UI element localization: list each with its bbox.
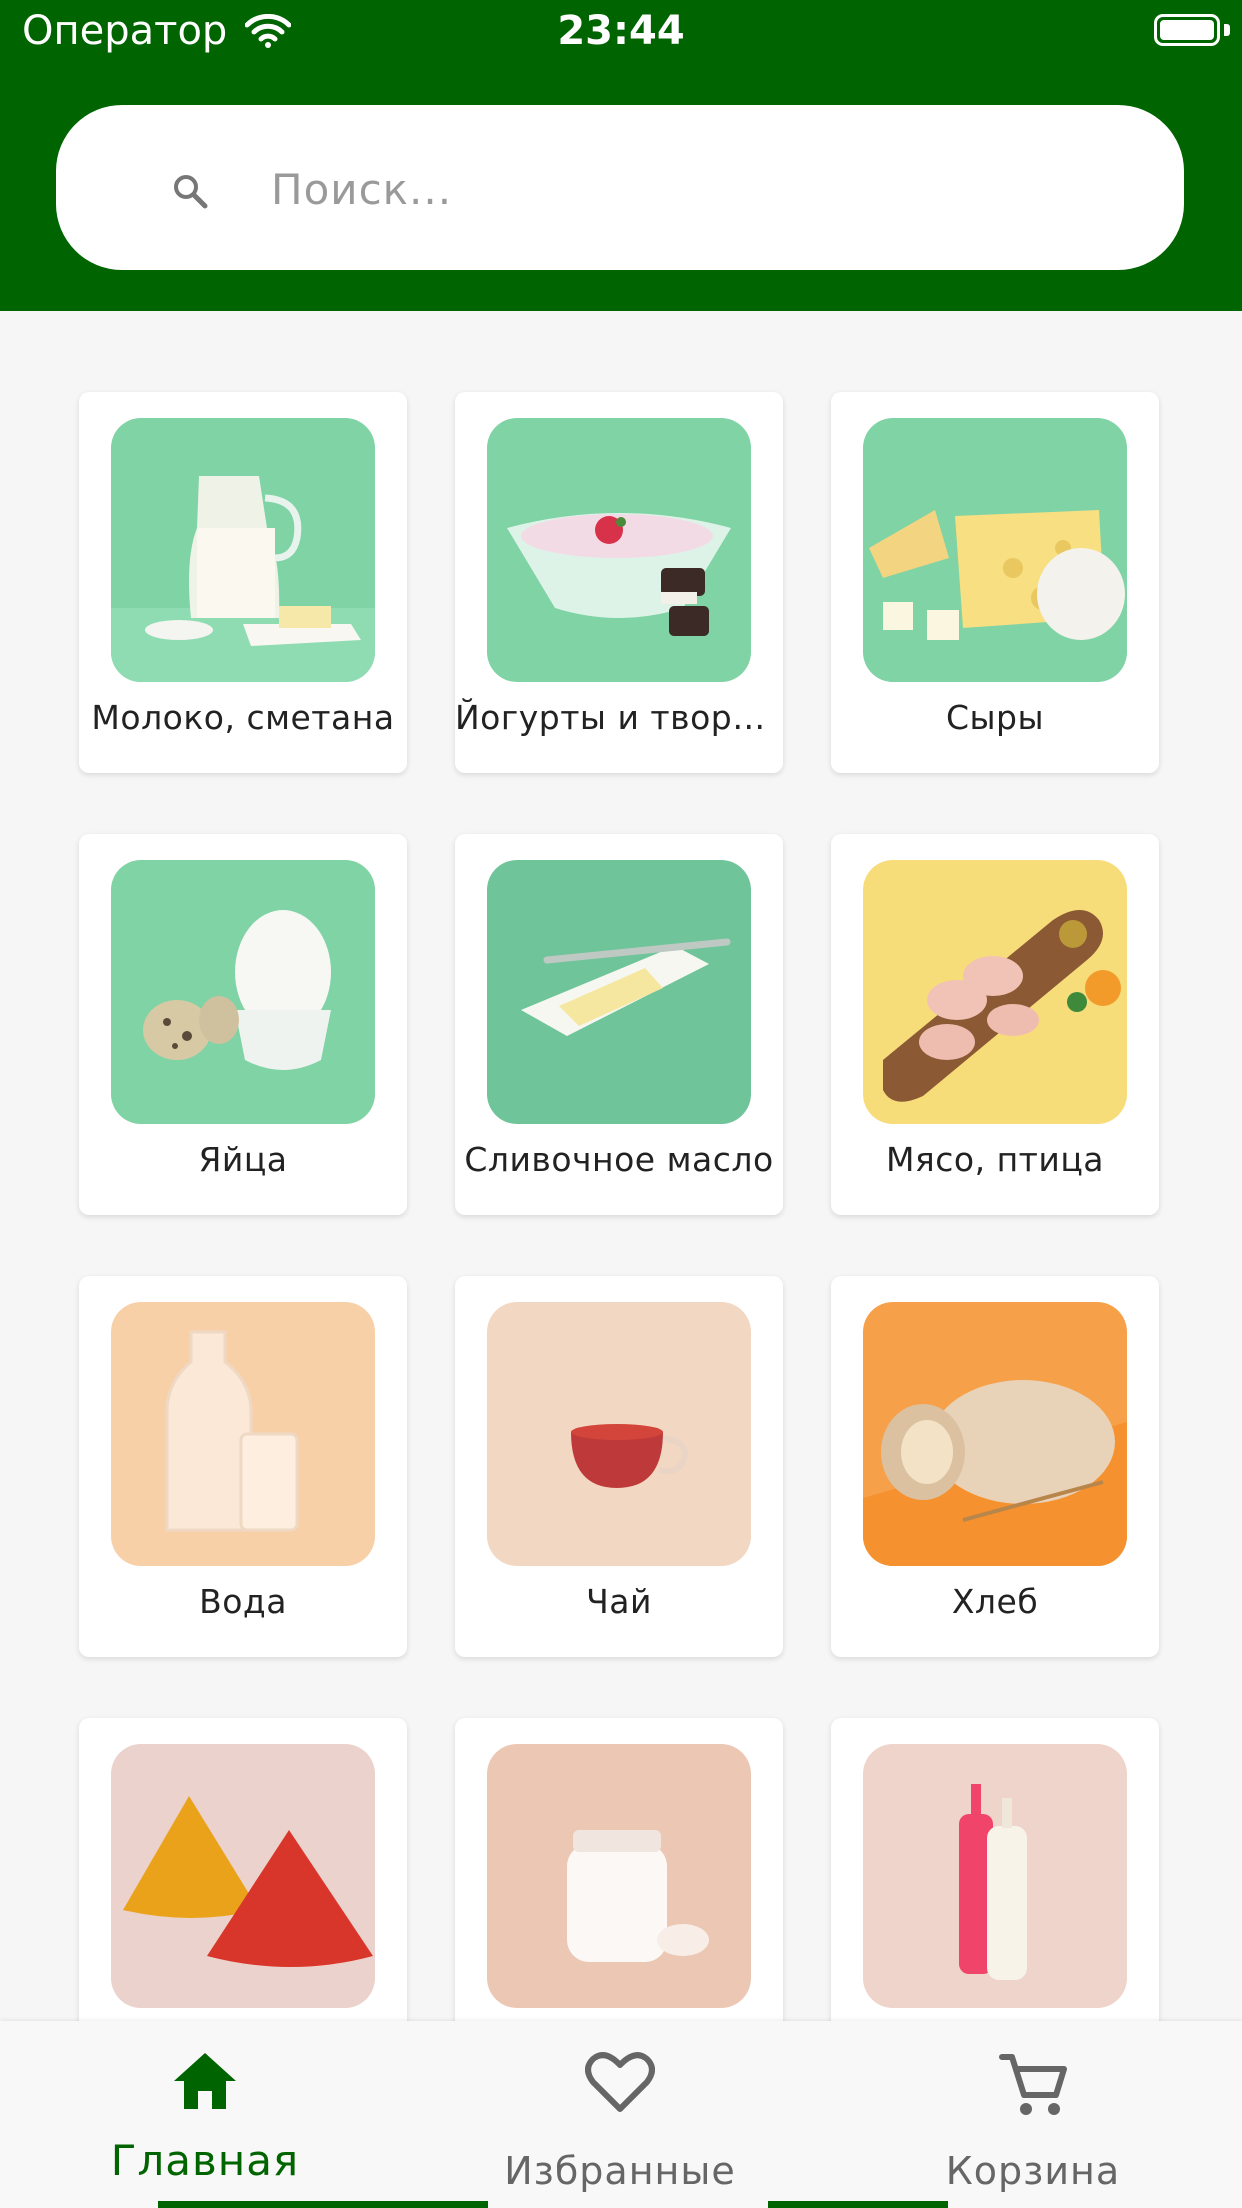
category-card-meat[interactable]: Мясо, птица (831, 834, 1159, 1215)
bread-image (863, 1302, 1127, 1566)
nav-home[interactable]: Главная (40, 2021, 370, 2208)
category-label: Сыры (945, 698, 1045, 737)
category-label: Вода (199, 1582, 287, 1621)
search-input[interactable] (269, 149, 1153, 229)
category-card-butter[interactable]: Сливочное масло (455, 834, 783, 1215)
tea-cup-image (487, 1302, 751, 1566)
nav-cart-label: Корзина (945, 2149, 1121, 2193)
app-header: Оператор 23:44 (0, 0, 1242, 311)
nav-favorites-label: Избранные (504, 2149, 736, 2193)
sauce-bottles-image (863, 1744, 1127, 2008)
category-label: Яйца (198, 1140, 288, 1179)
category-label: Мясо, птица (885, 1140, 1105, 1179)
category-label: Хлеб (951, 1582, 1039, 1621)
eggs-image (111, 860, 375, 1124)
water-bottle-image (111, 1302, 375, 1566)
category-card-yogurt[interactable]: Йогурты и творо... (455, 392, 783, 773)
category-label: Сливочное масло (464, 1140, 774, 1179)
heart-icon (585, 2052, 655, 2112)
category-card-sauces[interactable] (831, 1718, 1159, 2021)
yogurt-bowl-image (487, 418, 751, 682)
home-icon-wrap (40, 2051, 370, 2111)
cart-icon (999, 2054, 1067, 2115)
nav-cart[interactable]: Корзина (868, 2021, 1198, 2208)
flour-jar-image (487, 1744, 751, 2008)
home-indicator-bar (158, 2201, 488, 2208)
category-label: Йогурты и творо... (455, 698, 783, 737)
chicken-board-image (863, 860, 1127, 1124)
category-label: Чай (586, 1582, 652, 1621)
cart-icon-wrap (868, 2051, 1198, 2121)
category-label: Молоко, сметана (91, 698, 395, 737)
butter-image (487, 860, 751, 1124)
heart-icon-wrap (455, 2051, 785, 2113)
battery-icon (1154, 14, 1220, 46)
category-card-tea[interactable]: Чай (455, 1276, 783, 1657)
status-time: 23:44 (557, 8, 685, 54)
cheese-image (863, 418, 1127, 682)
search-bar[interactable] (56, 105, 1184, 270)
nav-favorites[interactable]: Избранные (455, 2021, 785, 2208)
category-grid: Молоко, сметана Йогурты и творо... Сыры … (0, 311, 1242, 2021)
system-home-bar (768, 2201, 948, 2208)
spices-image (111, 1744, 375, 2008)
category-card-cheese[interactable]: Сыры (831, 392, 1159, 773)
category-card-water[interactable]: Вода (79, 1276, 407, 1657)
category-card-flour[interactable] (455, 1718, 783, 2021)
category-card-eggs[interactable]: Яйца (79, 834, 407, 1215)
search-icon (174, 175, 208, 209)
category-card-spices[interactable] (79, 1718, 407, 2021)
category-card-bread[interactable]: Хлеб (831, 1276, 1159, 1657)
nav-home-label: Главная (110, 2136, 300, 2185)
bottom-navigation: Главная Избранные Корзина (0, 2021, 1242, 2208)
home-icon (174, 2053, 236, 2109)
battery-tip (1224, 24, 1230, 36)
category-card-milk[interactable]: Молоко, сметана (79, 392, 407, 773)
milk-jug-image (111, 418, 375, 682)
